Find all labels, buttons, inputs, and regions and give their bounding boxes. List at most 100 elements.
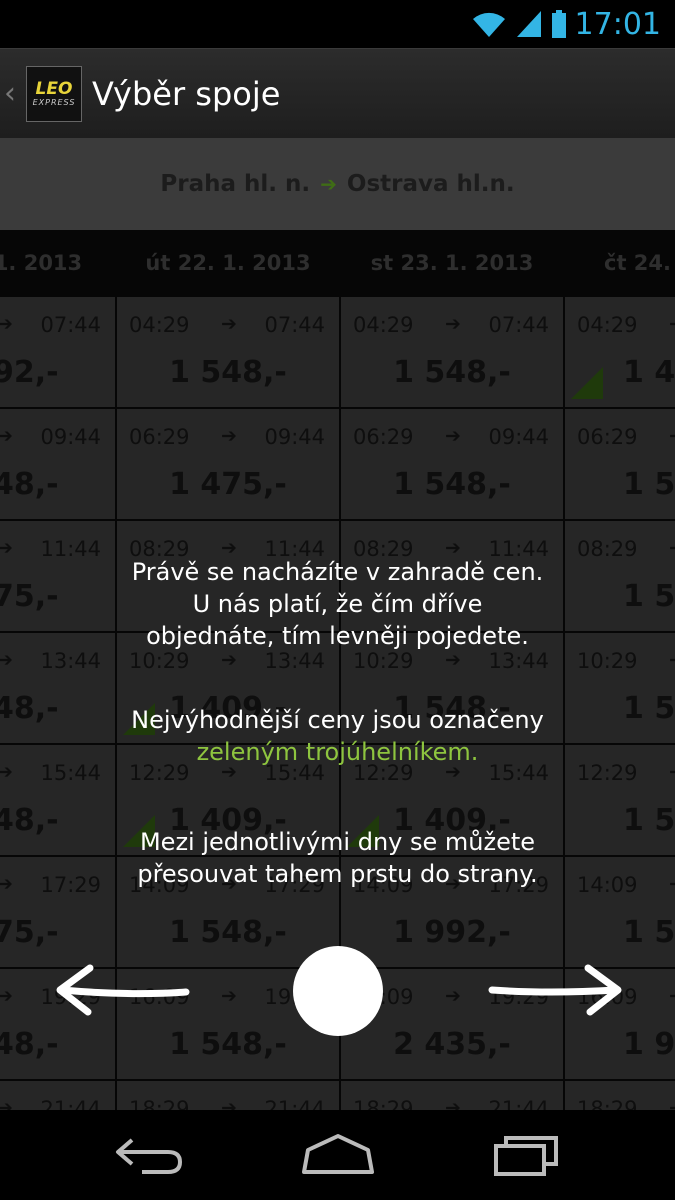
departure-time: 10:29 bbox=[129, 649, 190, 673]
arrow-right-icon: ➔ bbox=[669, 985, 675, 1007]
logo-subtext: EXPRESS bbox=[32, 97, 76, 107]
arrow-right-icon: ➔ bbox=[669, 649, 675, 671]
logo-text: LEO bbox=[35, 78, 73, 99]
route-to: Ostrava hl.n. bbox=[346, 171, 515, 197]
arrival-time: 13:44 bbox=[488, 649, 549, 673]
arrival-time: 09:44 bbox=[488, 425, 549, 449]
arrival-time: 07:44 bbox=[264, 313, 325, 337]
date-header[interactable]: 1. 2013 bbox=[0, 230, 116, 296]
tutorial-line: objednáte, tím levněji pojedete. bbox=[146, 622, 529, 650]
arrow-right-icon: ➔ bbox=[221, 313, 237, 335]
fare-price: 48,- bbox=[0, 467, 59, 502]
home-icon[interactable] bbox=[300, 1132, 376, 1178]
fare-cell[interactable]: 06:29 ➔ 09:44 1 548,- bbox=[340, 408, 564, 520]
date-header[interactable]: čt 24. 1. bbox=[604, 230, 675, 296]
date-header-row: 1. 2013 út 22. 1. 2013 st 23. 1. 2013 čt… bbox=[0, 230, 675, 296]
fare-cell[interactable]: 04:29 ➔ 07:44 1 548,- bbox=[116, 296, 340, 408]
arrow-right-icon: ➔ bbox=[221, 425, 237, 447]
fare-cell[interactable]: ➔ 07:44 92,- bbox=[0, 296, 116, 408]
arrival-time: 13:44 bbox=[40, 649, 101, 673]
fare-price: 1 54 bbox=[623, 915, 675, 950]
chevron-left-icon[interactable]: ‹ bbox=[4, 76, 24, 111]
arrow-right-icon: ➔ bbox=[0, 425, 13, 447]
cheapest-triangle-icon bbox=[571, 367, 603, 399]
fare-price: 1 54 bbox=[623, 467, 675, 502]
battery-icon bbox=[551, 10, 566, 38]
signal-icon bbox=[516, 11, 541, 37]
tutorial-line: Právě se nacházíte v zahradě cen. bbox=[131, 558, 544, 586]
fare-price: 1 548,- bbox=[393, 355, 511, 390]
arrow-right-icon: ➔ bbox=[221, 985, 237, 1007]
fare-cell[interactable]: 06:29 ➔ 09:44 1 475,- bbox=[116, 408, 340, 520]
tutorial-paragraph-2: Nejvýhodnější ceny jsou označeny zeleným… bbox=[0, 704, 675, 768]
tutorial-line: Nejvýhodnější ceny jsou označeny bbox=[131, 706, 544, 734]
tutorial-line: U nás platí, že čím dříve bbox=[192, 590, 483, 618]
departure-time: 06:29 bbox=[129, 425, 190, 449]
swipe-left-arrow-icon bbox=[56, 964, 190, 1016]
fare-price: 1 548,- bbox=[393, 467, 511, 502]
departure-time: 06:29 bbox=[577, 425, 638, 449]
status-bar: 17:01 bbox=[0, 0, 675, 48]
arrow-right-icon: ➔ bbox=[445, 649, 461, 671]
fare-price: 48,- bbox=[0, 1027, 59, 1062]
arrival-time: 07:44 bbox=[40, 313, 101, 337]
arrow-right-icon: ➔ bbox=[669, 313, 675, 335]
tutorial-paragraph-1: Právě se nacházíte v zahradě cen. U nás … bbox=[0, 556, 675, 652]
fare-price: 1 94 bbox=[623, 1027, 675, 1062]
route-from: Praha hl. n. bbox=[160, 171, 311, 197]
departure-time: 06:29 bbox=[353, 425, 414, 449]
fare-cell[interactable]: 06:29 ➔ 1 54 bbox=[564, 408, 675, 520]
departure-time: 04:29 bbox=[353, 313, 414, 337]
tutorial-paragraph-3: Mezi jednotlivými dny se můžete přesouva… bbox=[0, 826, 675, 890]
fare-price: 1 548,- bbox=[169, 915, 287, 950]
fare-cell[interactable]: 18:29➔ bbox=[564, 1080, 675, 1112]
app-logo[interactable]: LEO EXPRESS bbox=[26, 65, 82, 122]
arrow-right-icon: ➔ bbox=[0, 985, 13, 1007]
fare-price: 92,- bbox=[0, 355, 59, 390]
fare-price: 2 435,- bbox=[393, 1027, 511, 1062]
back-icon[interactable] bbox=[112, 1132, 188, 1178]
arrow-right-icon: ➔ bbox=[0, 649, 13, 671]
fare-price: 1 548,- bbox=[169, 355, 287, 390]
arrow-right-icon: ➔ bbox=[221, 649, 237, 671]
action-bar: ‹ LEO EXPRESS Výběr spoje bbox=[0, 48, 675, 138]
fare-price: 1 548,- bbox=[169, 1027, 287, 1062]
departure-time: 04:29 bbox=[129, 313, 190, 337]
arrow-right-icon: ➔ bbox=[0, 313, 13, 335]
page-title: Výběr spoje bbox=[92, 74, 281, 113]
arrival-time: 13:44 bbox=[264, 649, 325, 673]
arrival-time: 09:44 bbox=[264, 425, 325, 449]
fare-cell[interactable]: 18:29 ➔ 21:44 bbox=[340, 1080, 564, 1112]
fare-cell[interactable]: 18:29 ➔ 21:44 bbox=[116, 1080, 340, 1112]
status-time: 17:01 bbox=[574, 6, 661, 42]
arrow-right-icon: ➔ bbox=[445, 985, 461, 1007]
fare-price: 1 475,- bbox=[169, 467, 287, 502]
arrow-right-icon: ➔ bbox=[669, 425, 675, 447]
fare-cell[interactable]: ➔ 09:44 48,- bbox=[0, 408, 116, 520]
fare-cell[interactable]: 04:29 ➔ 1 40 bbox=[564, 296, 675, 408]
wifi-icon bbox=[472, 12, 505, 37]
fare-price: 1 992,- bbox=[393, 915, 511, 950]
fare-price: 1 40 bbox=[623, 355, 675, 390]
tutorial-line: Mezi jednotlivými dny se můžete bbox=[139, 828, 536, 856]
arrow-right-icon: ➔ bbox=[445, 313, 461, 335]
recent-apps-icon[interactable] bbox=[492, 1132, 562, 1178]
departure-time: 04:29 bbox=[577, 313, 638, 337]
date-header[interactable]: st 23. 1. 2013 bbox=[340, 230, 564, 296]
departure-time: 10:29 bbox=[577, 649, 638, 673]
arrow-right-icon: ➔ bbox=[320, 172, 337, 196]
navigation-bar bbox=[0, 1110, 675, 1200]
departure-time: 10:29 bbox=[353, 649, 414, 673]
arrival-time: 07:44 bbox=[488, 313, 549, 337]
swipe-touch-dot bbox=[293, 946, 383, 1036]
fare-cell[interactable]: ➔21:44 bbox=[0, 1080, 116, 1112]
swipe-right-arrow-icon bbox=[488, 964, 622, 1016]
date-header[interactable]: út 22. 1. 2013 bbox=[116, 230, 340, 296]
fare-cell[interactable]: 04:29 ➔ 07:44 1 548,- bbox=[340, 296, 564, 408]
arrival-time: 09:44 bbox=[40, 425, 101, 449]
tutorial-line: přesouvat tahem prstu do strany. bbox=[137, 860, 538, 888]
route-bar: Praha hl. n. ➔ Ostrava hl.n. bbox=[0, 138, 675, 230]
fare-price: 75,- bbox=[0, 915, 59, 950]
arrow-right-icon: ➔ bbox=[445, 425, 461, 447]
tutorial-highlight: zeleným trojúhelníkem. bbox=[196, 738, 479, 766]
